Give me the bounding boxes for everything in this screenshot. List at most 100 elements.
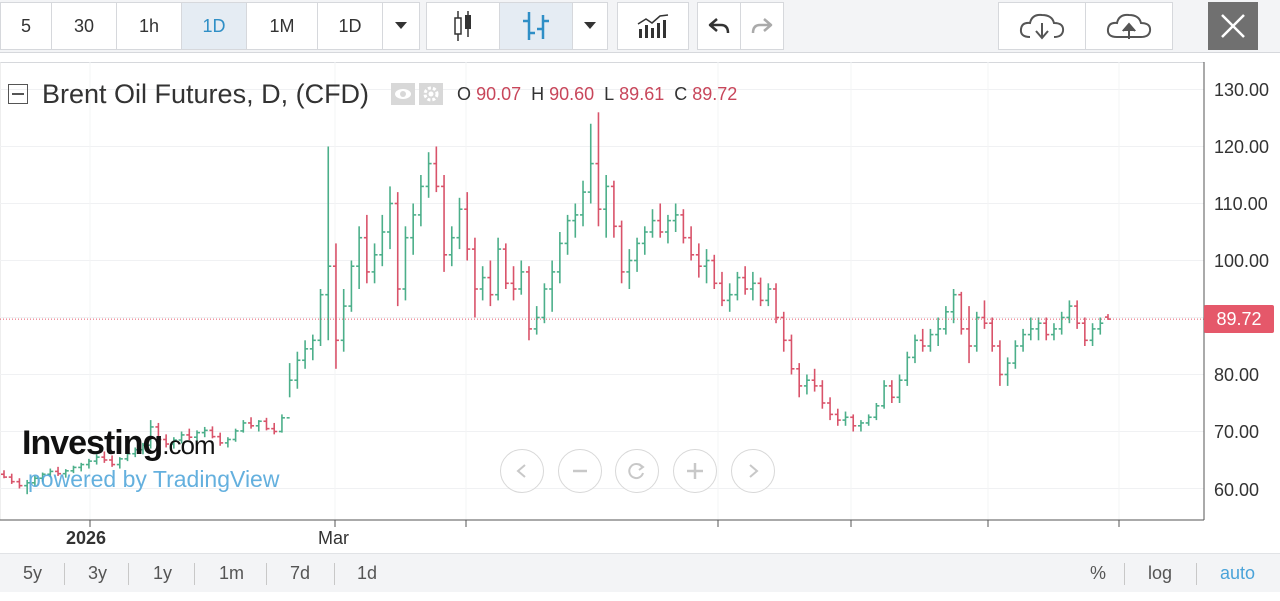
powered-by-tradingview[interactable]: powered by TradingView xyxy=(28,466,279,493)
range-1m-button[interactable]: 1m xyxy=(219,563,244,584)
ohlc-bar xyxy=(402,226,409,301)
ohlc-bar xyxy=(788,334,795,375)
gear-icon[interactable] xyxy=(419,83,444,105)
ohlc-bar xyxy=(433,146,440,193)
range-1y-button[interactable]: 1y xyxy=(153,563,172,584)
ohlc-bar xyxy=(996,340,1003,386)
y-tick-label: 70.00 xyxy=(1214,422,1260,442)
ohlc-bar xyxy=(803,374,810,395)
range-divider xyxy=(334,563,335,585)
ohlc-bar xyxy=(410,203,417,255)
scroll-right-icon[interactable] xyxy=(731,449,775,493)
ohlc-bar xyxy=(263,417,270,431)
ohlc-bar xyxy=(672,203,679,232)
range-1d-button[interactable]: 1d xyxy=(357,563,377,584)
ohlc-bar xyxy=(865,414,872,426)
ohlc-bar xyxy=(502,243,509,289)
scroll-left-icon[interactable] xyxy=(500,449,544,493)
ohlc-bar xyxy=(811,368,818,392)
ohlc-bar xyxy=(1089,323,1096,346)
percent-scale-toggle[interactable]: % xyxy=(1090,563,1106,584)
ohlc-bar xyxy=(495,237,502,301)
ohlc-bar xyxy=(294,351,301,389)
x-label-month: Mar xyxy=(318,528,349,548)
ohlc-bar xyxy=(842,411,849,426)
ohlc-bar xyxy=(8,473,15,484)
ohlc-bar xyxy=(556,232,563,284)
ohlc-bar xyxy=(827,397,834,421)
ohlc-bar xyxy=(819,380,826,409)
y-tick-label: 100.00 xyxy=(1214,251,1270,271)
range-3y-button[interactable]: 3y xyxy=(88,563,107,584)
eye-icon[interactable] xyxy=(391,83,416,105)
chart-legend: Brent Oil Futures, D, (CFD) O 90.07 H 90.6… xyxy=(8,76,737,112)
bottom-bar: 5y 3y 1y 1m 7d 1d % log auto xyxy=(0,553,1280,592)
x-label-year: 2026 xyxy=(66,528,107,548)
ohlc-bar xyxy=(1074,300,1081,329)
ohlc-close: C 89.72 xyxy=(674,83,738,104)
ohlc-bar xyxy=(248,417,255,429)
ohlc-bar xyxy=(911,334,918,364)
ohlc-bar xyxy=(966,306,973,364)
ohlc-bar xyxy=(711,254,718,289)
range-divider xyxy=(266,563,267,585)
ohlc-bar xyxy=(1027,317,1034,341)
ohlc-bar xyxy=(927,328,934,352)
x-axis-ticks xyxy=(89,520,1120,527)
ohlc-low: L 89.61 xyxy=(604,83,665,104)
ohlc-bar xyxy=(757,277,764,307)
ohlc-bar xyxy=(742,266,749,295)
ohlc-bar xyxy=(726,283,733,312)
legend-title: Brent Oil Futures, D, (CFD) xyxy=(42,78,370,109)
zoom-out-icon[interactable] xyxy=(558,449,602,493)
ohlc-bar xyxy=(657,203,664,238)
last-price-tag: 89.72 xyxy=(1204,305,1274,333)
ohlc-bar xyxy=(1004,357,1011,386)
ohlc-bar xyxy=(417,175,424,227)
ohlc-bar xyxy=(1035,317,1042,341)
ohlc-bar xyxy=(904,351,911,386)
ohlc-bar xyxy=(340,289,347,352)
ohlc-bar xyxy=(387,186,394,250)
range-5y-button[interactable]: 5y xyxy=(23,563,42,584)
ohlc-bar xyxy=(332,243,339,369)
range-divider xyxy=(64,563,65,585)
ohlc-bar xyxy=(525,266,532,341)
y-tick-label: 60.00 xyxy=(1214,480,1260,500)
ohlc-bar xyxy=(16,478,23,489)
price-axis[interactable] xyxy=(1204,62,1280,520)
ohlc-bar xyxy=(1,470,7,479)
ohlc-bar xyxy=(564,214,571,255)
range-divider xyxy=(1124,563,1125,585)
ohlc-bar xyxy=(981,300,988,329)
ohlc-bar xyxy=(464,192,471,261)
ohlc-bar xyxy=(1058,311,1065,335)
ohlc-bar xyxy=(271,422,278,435)
range-divider xyxy=(194,563,195,585)
ohlc-bar xyxy=(240,420,247,433)
ohlc-bar xyxy=(749,271,756,301)
ohlc-bar xyxy=(441,175,448,272)
ohlc-bar xyxy=(1043,317,1050,341)
log-scale-toggle[interactable]: log xyxy=(1148,563,1172,584)
ohlc-bar xyxy=(641,226,648,255)
reset-icon[interactable] xyxy=(615,449,659,493)
auto-scale-toggle[interactable]: auto xyxy=(1220,563,1255,584)
ohlc-bar xyxy=(626,249,633,289)
ohlc-bar xyxy=(942,306,949,335)
collapse-legend-icon[interactable] xyxy=(8,84,28,104)
ohlc-bar xyxy=(734,271,741,301)
zoom-in-icon[interactable] xyxy=(673,449,717,493)
ohlc-bar xyxy=(217,432,224,446)
ohlc-bar xyxy=(356,226,363,289)
ohlc-bar xyxy=(348,260,355,312)
ohlc-bar xyxy=(796,363,803,398)
y-tick-label: 110.00 xyxy=(1214,194,1268,214)
ohlc-bar xyxy=(471,237,478,318)
ohlc-bar xyxy=(479,266,486,301)
y-tick-label: 120.00 xyxy=(1214,137,1270,157)
ohlc-bar xyxy=(232,428,239,442)
range-7d-button[interactable]: 7d xyxy=(290,563,310,584)
ohlc-bar xyxy=(603,175,610,238)
ohlc-bar xyxy=(1012,340,1019,369)
